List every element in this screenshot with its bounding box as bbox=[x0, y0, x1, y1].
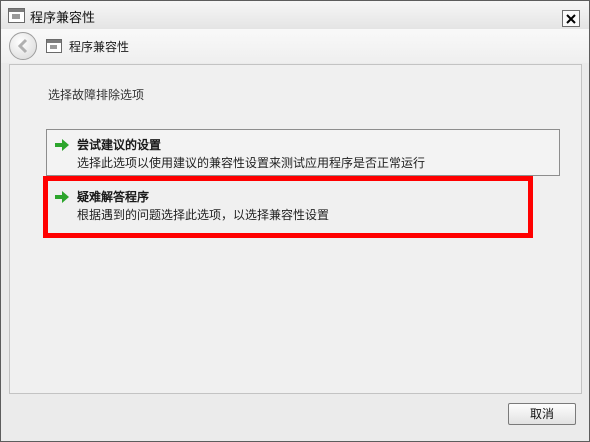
page-heading: 选择故障排除选项 bbox=[48, 88, 145, 102]
window-title: 程序兼容性 bbox=[30, 11, 96, 26]
option-description: 选择此选项以使用建议的兼容性设置来测试应用程序是否正常运行 bbox=[77, 156, 426, 170]
cancel-button[interactable]: 取消 bbox=[508, 403, 576, 425]
green-arrow-icon bbox=[55, 139, 69, 151]
option-title: 尝试建议的设置 bbox=[77, 138, 162, 152]
nav-app-icon bbox=[46, 39, 62, 53]
option-description: 根据遇到的问题选择此选项，以选择兼容性设置 bbox=[77, 208, 330, 222]
content-panel: 选择故障排除选项 尝试建议的设置 选择此选项以使用建议的兼容性设置来测试应用程序… bbox=[9, 64, 582, 394]
title-bar: 程序兼容性 bbox=[1, 1, 589, 29]
navigation-bar: 程序兼容性 bbox=[1, 29, 589, 63]
nav-title: 程序兼容性 bbox=[69, 40, 130, 54]
green-arrow-icon bbox=[55, 191, 69, 203]
close-button[interactable] bbox=[562, 10, 580, 27]
dialog-window: 程序兼容性 程序兼容性 选择故障排除选项 尝试建议的设置 选择此选项以使用建议的… bbox=[0, 0, 590, 442]
app-icon bbox=[8, 8, 25, 23]
back-button[interactable] bbox=[9, 32, 37, 60]
option-try-recommended-settings[interactable]: 尝试建议的设置 选择此选项以使用建议的兼容性设置来测试应用程序是否正常运行 bbox=[46, 129, 560, 176]
back-arrow-icon bbox=[17, 38, 28, 54]
close-icon bbox=[566, 13, 576, 24]
option-title: 疑难解答程序 bbox=[77, 190, 150, 204]
option-troubleshoot-program[interactable]: 疑难解答程序 根据遇到的问题选择此选项，以选择兼容性设置 bbox=[46, 181, 560, 228]
